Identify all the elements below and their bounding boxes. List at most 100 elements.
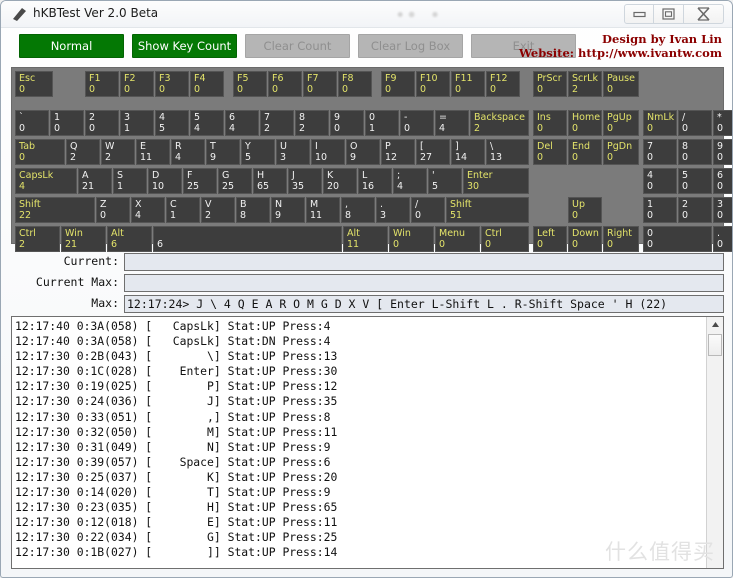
key-pause[interactable]: Pause 0 [603,71,639,97]
minimize-button[interactable] [624,4,654,24]
key-7[interactable]: 72 [260,110,294,136]
key-up[interactable]: Up 0 [568,197,602,223]
key-v[interactable]: V2 [201,197,235,223]
show-key-count-button[interactable]: Show Key Count [132,34,237,58]
key-key[interactable]: /0 [678,110,712,136]
key-ctrl[interactable]: Ctrl 2 [15,226,60,252]
key-key[interactable]: -0 [400,110,434,136]
close-button[interactable] [684,4,724,24]
key-5[interactable]: 50 [678,168,712,194]
key-ins[interactable]: Ins 0 [533,110,567,136]
key-f6[interactable]: F6 0 [268,71,302,97]
key-s[interactable]: S1 [113,168,147,194]
clear-count-button[interactable]: Clear Count [245,34,350,58]
key-shift[interactable]: Shift 51 [446,197,529,223]
key-3[interactable]: 31 [120,110,154,136]
key-4[interactable]: 45 [155,110,189,136]
key-3[interactable]: 30 [713,197,732,223]
key-0[interactable]: 00 [643,226,712,252]
key-scrlk[interactable]: ScrLk 2 [568,71,602,97]
key-f12[interactable]: F12 0 [486,71,520,97]
key-9[interactable]: 90 [713,139,732,165]
key-g[interactable]: G 25 [218,168,252,194]
key-del[interactable]: Del 0 [533,139,567,165]
key-h[interactable]: H 65 [253,168,287,194]
key-f7[interactable]: F7 0 [303,71,337,97]
field-value[interactable] [124,253,724,271]
key-x[interactable]: X4 [131,197,165,223]
key-c[interactable]: C1 [166,197,200,223]
key-p[interactable]: P 12 [381,139,415,165]
key-end[interactable]: End 0 [568,139,602,165]
key-win[interactable]: Win 0 [389,226,434,252]
key-4[interactable]: 40 [643,168,677,194]
key-key[interactable]: /0 [411,197,445,223]
key-5[interactable]: 54 [190,110,224,136]
key-q[interactable]: Q2 [66,139,100,165]
key-2[interactable]: 20 [85,110,119,136]
key-l[interactable]: L 16 [358,168,392,194]
key-right[interactable]: Right 0 [603,226,639,252]
key-capslk[interactable]: CapsLk 4 [15,168,77,194]
key-prscr[interactable]: PrScr 0 [533,71,567,97]
key-key[interactable]: ] 14 [451,139,485,165]
key-d[interactable]: D 10 [148,168,182,194]
key-z[interactable]: Z0 [96,197,130,223]
key-f[interactable]: F 25 [183,168,217,194]
key-key[interactable]: [27 [416,139,450,165]
key-win[interactable]: Win 21 [61,226,106,252]
log-scrollbar[interactable] [706,317,723,568]
key-home[interactable]: Home 0 [568,110,602,136]
scroll-up-arrow-icon[interactable] [707,317,723,332]
key-j[interactable]: J 35 [288,168,322,194]
key-e[interactable]: E 11 [136,139,170,165]
key-alt[interactable]: Alt 6 [107,226,152,252]
key-f11[interactable]: F11 0 [451,71,485,97]
key-2[interactable]: 20 [678,197,712,223]
key-b[interactable]: B8 [236,197,270,223]
key-key[interactable]: ` 0 [15,110,49,136]
key-tab[interactable]: Tab 0 [15,139,65,165]
clear-log-box-button[interactable]: Clear Log Box [358,34,463,58]
key-m[interactable]: M 11 [306,197,340,223]
key-w[interactable]: W2 [101,139,135,165]
key-f5[interactable]: F5 0 [233,71,267,97]
key-f9[interactable]: F9 0 [381,71,415,97]
key-u[interactable]: U3 [276,139,310,165]
key-y[interactable]: Y5 [241,139,275,165]
key-f2[interactable]: F2 0 [120,71,154,97]
key-1[interactable]: 10 [643,197,677,223]
field-value[interactable]: 12:17:24> J \ 4 Q E A R O M G D X V [ En… [124,295,724,313]
key-f8[interactable]: F8 0 [338,71,372,97]
maximize-button[interactable] [654,4,684,24]
key-key[interactable]: ,8 [341,197,375,223]
key-esc[interactable]: Esc 0 [15,71,53,97]
key-shift[interactable]: Shift 22 [15,197,95,223]
normal-button[interactable]: Normal [19,34,124,58]
key-key[interactable]: = 4 [435,110,469,136]
key-0[interactable]: 01 [365,110,399,136]
key-f4[interactable]: F4 0 [190,71,224,97]
key-pgdn[interactable]: PgDn 0 [603,139,639,165]
key-r[interactable]: R4 [171,139,205,165]
key-menu[interactable]: Menu 0 [435,226,480,252]
key-key[interactable]: ; 4 [393,168,427,194]
key-key[interactable]: .0 [713,226,732,252]
key-enter[interactable]: Enter 30 [463,168,529,194]
key-backspace[interactable]: Backspace 2 [470,110,529,136]
key-key[interactable]: * 0 [713,110,732,136]
key-8[interactable]: 82 [295,110,329,136]
key-f1[interactable]: F1 0 [85,71,119,97]
key-k[interactable]: K 20 [323,168,357,194]
key-8[interactable]: 80 [678,139,712,165]
key-space[interactable]: 6 [153,226,342,252]
key-o[interactable]: O9 [346,139,380,165]
key-nmlk[interactable]: NmLk 0 [643,110,677,136]
key-alt[interactable]: Alt 11 [343,226,388,252]
key-n[interactable]: N9 [271,197,305,223]
key-key[interactable]: .3 [376,197,410,223]
key-t[interactable]: T9 [206,139,240,165]
key-a[interactable]: A 21 [78,168,112,194]
key-left[interactable]: Left 0 [533,226,567,252]
key-key[interactable]: \ 13 [486,139,529,165]
